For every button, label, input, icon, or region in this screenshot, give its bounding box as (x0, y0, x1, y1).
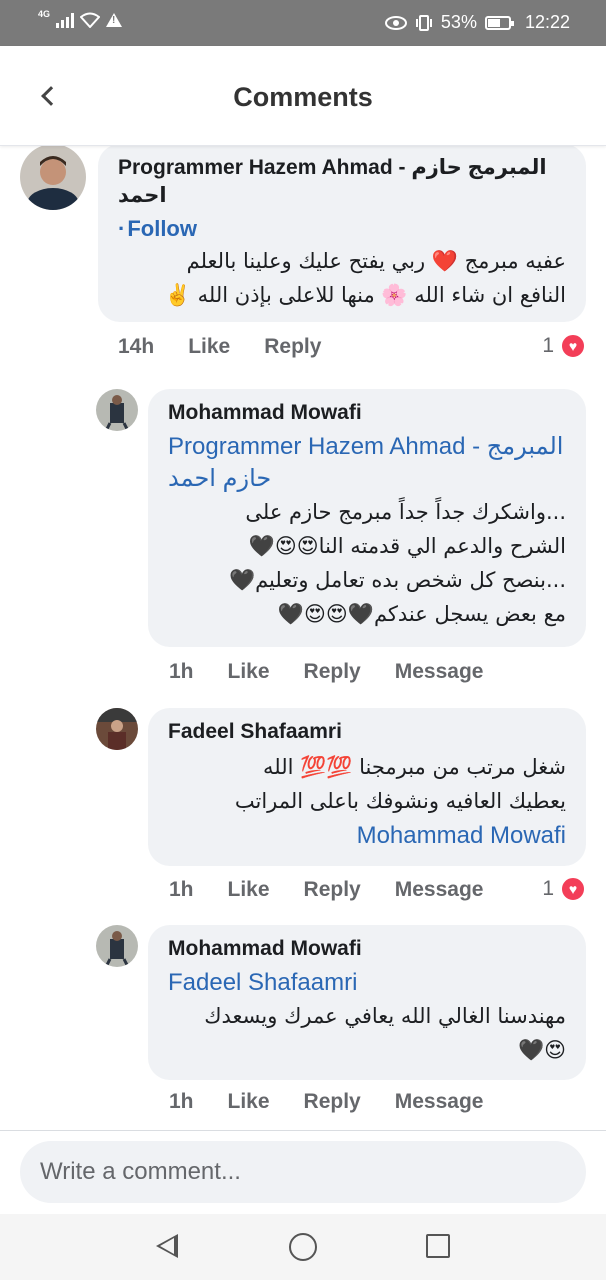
comment-actions: 14h Like Reply (118, 335, 321, 359)
comment-text: ...واشكرك جداً جداً مبرمج حازم على الشرح… (168, 495, 566, 631)
like-button[interactable]: Like (228, 878, 270, 902)
comment: Fadeel Shafaamri شغل مرتب من مبرمجنا 💯💯 … (0, 704, 606, 914)
comment-author[interactable]: Fadeel Shafaamri (168, 718, 566, 746)
message-button[interactable]: Message (395, 1090, 484, 1114)
comment-time: 1h (169, 878, 194, 901)
comments-list: Programmer Hazem Ahmad - المبرمج حازم اح… (0, 146, 606, 1130)
comment-input[interactable]: Write a comment... (20, 1141, 586, 1203)
reaction-count: 1 (542, 334, 554, 357)
reply-button[interactable]: Reply (264, 335, 321, 359)
mention-link[interactable]: Programmer Hazem Ahmad - المبرمج حازم اح… (168, 431, 566, 495)
like-button[interactable]: Like (228, 1090, 270, 1114)
comment: Mohammad Mowafi Programmer Hazem Ahmad -… (0, 386, 606, 691)
reaction-summary[interactable]: 1 ♥ (542, 876, 586, 902)
nav-home-icon[interactable] (289, 1233, 317, 1261)
nav-recents-icon[interactable] (426, 1234, 450, 1258)
comment-author[interactable]: Mohammad Mowafi (168, 399, 566, 427)
comment-bubble: Mohammad Mowafi Programmer Hazem Ahmad -… (148, 389, 586, 647)
follow-button[interactable]: ·Follow (118, 214, 566, 244)
comment-bubble: Mohammad Mowafi Fadeel Shafaamri مهندسنا… (148, 925, 586, 1080)
comment-text-line: عفيه مبرمج ❤️ ربي يفتح عليك وعلينا بالعل… (186, 249, 566, 273)
comment-bubble: Fadeel Shafaamri شغل مرتب من مبرمجنا 💯💯 … (148, 708, 586, 866)
heart-reaction-icon: ♥ (560, 333, 586, 359)
like-button[interactable]: Like (228, 660, 270, 684)
comment-actions: 1h Like Reply Message (169, 1090, 483, 1114)
message-button[interactable]: Message (395, 660, 484, 684)
comment-text-line: 😍🖤 (517, 1038, 566, 1062)
mention-link[interactable]: Fadeel Shafaamri (168, 967, 566, 999)
comment-author[interactable]: Mohammad Mowafi (168, 935, 566, 963)
comment-bubble: Programmer Hazem Ahmad - المبرمج حازم اح… (98, 146, 586, 322)
comment-text-line: النافع ان شاء الله 🌸 منها للاعلى بإذن ال… (164, 283, 566, 307)
comment-text: شغل مرتب من مبرمجنا 💯💯 الله يعطيك العافي… (168, 750, 566, 818)
comment-actions: 1h Like Reply Message (169, 660, 483, 684)
comment-text-line: ...بنصح كل شخص بده تعامل وتعليم🖤 (228, 568, 566, 592)
system-nav-bar (0, 1214, 606, 1280)
reply-button[interactable]: Reply (304, 660, 361, 684)
status-bar: 4G 53% 12:22 (0, 0, 606, 46)
warning-icon (106, 13, 123, 27)
avatar[interactable] (96, 925, 138, 967)
mention-link[interactable]: Mohammad Mowafi (168, 820, 566, 852)
clock: 12:22 (524, 12, 570, 32)
comment-text-line: ...واشكرك جداً جداً مبرمج حازم على (245, 500, 566, 524)
eye-icon (384, 15, 407, 30)
signal-icon (56, 12, 75, 28)
network-type: 4G (38, 9, 51, 19)
heart-reaction-icon: ♥ (560, 876, 586, 902)
reply-button[interactable]: Reply (304, 1090, 361, 1114)
comment-actions: 1h Like Reply Message (169, 878, 483, 902)
nav-back-icon[interactable] (156, 1234, 178, 1258)
comment-input-placeholder: Write a comment... (40, 1158, 241, 1185)
comment-composer: Write a comment... (0, 1130, 606, 1214)
message-button[interactable]: Message (395, 878, 484, 902)
avatar[interactable] (96, 708, 138, 750)
reply-button[interactable]: Reply (304, 878, 361, 902)
comment-text: عفيه مبرمج ❤️ ربي يفتح عليك وعلينا بالعل… (118, 244, 566, 312)
avatar[interactable] (96, 389, 138, 431)
comment-time: 1h (169, 660, 194, 683)
wifi-icon (80, 12, 101, 28)
comment-text-line: يعطيك العافيه ونشوفك باعلى المراتب (234, 789, 566, 813)
reaction-summary[interactable]: 1 ♥ (542, 333, 586, 359)
like-button[interactable]: Like (188, 335, 230, 359)
comment-text-line: مع بعض يسجل عندكم🖤😍😍🖤 (277, 602, 566, 626)
battery-icon (484, 15, 514, 30)
comment-text-line: مهندسنا الغالي الله يعافي عمرك ويسعدك (204, 1004, 566, 1028)
comment-time: 14h (118, 335, 155, 358)
comment-author[interactable]: Programmer Hazem Ahmad - المبرمج حازم اح… (118, 154, 566, 210)
header: Comments (0, 46, 606, 146)
reaction-count: 1 (542, 877, 554, 900)
comment: Programmer Hazem Ahmad - المبرمج حازم اح… (0, 146, 606, 376)
comment-time: 1h (169, 1090, 194, 1113)
follow-label: Follow (127, 216, 197, 241)
comment-text: مهندسنا الغالي الله يعافي عمرك ويسعدك 😍🖤 (168, 999, 566, 1067)
comment: Mohammad Mowafi Fadeel Shafaamri مهندسنا… (0, 922, 606, 1130)
vibrate-icon (415, 14, 432, 31)
comment-text-line: شغل مرتب من مبرمجنا 💯💯 الله (263, 755, 566, 779)
avatar[interactable] (20, 146, 86, 210)
comment-text-line: الشرح والدعم الي قدمته النا😍😍🖤 (248, 534, 566, 558)
battery-percent: 53% (440, 12, 477, 32)
page-title: Comments (233, 82, 373, 112)
